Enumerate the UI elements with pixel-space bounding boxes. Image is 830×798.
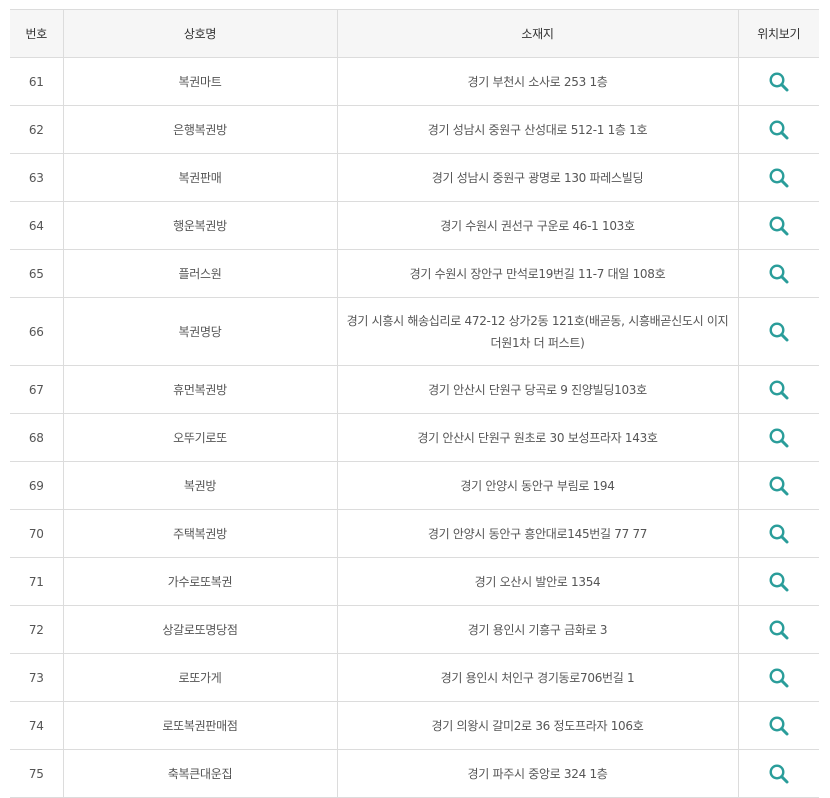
row-store-name: 로또가게 (62, 653, 338, 702)
row-store-name: 오뚜기로또 (62, 413, 338, 462)
search-icon[interactable] (768, 215, 790, 237)
search-icon[interactable] (768, 71, 790, 93)
table-row: 74 로또복권판매점 경기 의왕시 갈미2로 36 정도프라자 106호 (10, 701, 819, 750)
row-store-name: 가수로또복권 (62, 557, 338, 606)
row-number: 68 (10, 413, 64, 462)
row-address: 경기 안산시 단원구 당곡로 9 진양빌딩103호 (336, 365, 739, 414)
table-header-row: 번호 상호명 소재지 위치보기 (10, 9, 819, 58)
table-row: 75 축복큰대운집 경기 파주시 중앙로 324 1층 (10, 749, 819, 798)
row-address: 경기 오산시 발안로 1354 (336, 557, 739, 606)
row-address: 경기 안산시 단원구 원초로 30 보성프라자 143호 (336, 413, 739, 462)
row-location-cell (737, 605, 819, 654)
header-address: 소재지 (336, 9, 739, 58)
table-row: 65 플러스원 경기 수원시 장안구 만석로19번길 11-7 대일 108호 (10, 249, 819, 298)
table-row: 62 은행복권방 경기 성남시 중원구 산성대로 512-1 1층 1호 (10, 105, 819, 154)
search-icon[interactable] (768, 667, 790, 689)
search-icon[interactable] (768, 475, 790, 497)
row-location-cell (737, 57, 819, 106)
header-location: 위치보기 (737, 9, 819, 58)
row-number: 63 (10, 153, 64, 202)
row-number: 66 (10, 297, 64, 366)
header-number: 번호 (10, 9, 64, 58)
search-icon[interactable] (768, 571, 790, 593)
row-location-cell (737, 749, 819, 798)
search-icon[interactable] (768, 321, 790, 343)
row-address: 경기 안양시 동안구 흥안대로145번길 77 77 (336, 509, 739, 558)
row-address: 경기 의왕시 갈미2로 36 정도프라자 106호 (336, 701, 739, 750)
row-store-name: 행운복권방 (62, 201, 338, 250)
row-number: 62 (10, 105, 64, 154)
row-address: 경기 수원시 권선구 구운로 46-1 103호 (336, 201, 739, 250)
row-store-name: 축복큰대운집 (62, 749, 338, 798)
row-address: 경기 부천시 소사로 253 1층 (336, 57, 739, 106)
row-location-cell (737, 653, 819, 702)
search-icon[interactable] (768, 427, 790, 449)
row-location-cell (737, 509, 819, 558)
row-store-name: 주택복권방 (62, 509, 338, 558)
row-location-cell (737, 701, 819, 750)
row-number: 65 (10, 249, 64, 298)
row-location-cell (737, 105, 819, 154)
row-location-cell (737, 249, 819, 298)
search-icon[interactable] (768, 715, 790, 737)
store-table: 번호 상호명 소재지 위치보기 61 복권마트 경기 부천시 소사로 253 1층 6… (10, 9, 819, 798)
row-number: 67 (10, 365, 64, 414)
table-row: 73 로또가게 경기 용인시 처인구 경기동로706번길 1 (10, 653, 819, 702)
search-icon[interactable] (768, 167, 790, 189)
header-store-name: 상호명 (62, 9, 338, 58)
row-store-name: 은행복권방 (62, 105, 338, 154)
row-store-name: 상갈로또명당점 (62, 605, 338, 654)
row-address: 경기 안양시 동안구 부림로 194 (336, 461, 739, 510)
row-location-cell (737, 297, 819, 366)
row-store-name: 복권방 (62, 461, 338, 510)
table-row: 66 복권명당 경기 시흥시 해송십리로 472-12 상가2동 121호(배곧동,… (10, 297, 819, 366)
row-store-name: 휴먼복권방 (62, 365, 338, 414)
row-store-name: 플러스원 (62, 249, 338, 298)
row-address: 경기 성남시 중원구 광명로 130 파레스빌딩 (336, 153, 739, 202)
row-number: 72 (10, 605, 64, 654)
store-list: 번호 상호명 소재지 위치보기 61 복권마트 경기 부천시 소사로 253 1층 6… (10, 9, 819, 798)
search-icon[interactable] (768, 379, 790, 401)
table-row: 71 가수로또복권 경기 오산시 발안로 1354 (10, 557, 819, 606)
table-row: 67 휴먼복권방 경기 안산시 단원구 당곡로 9 진양빌딩103호 (10, 365, 819, 414)
table-row: 68 오뚜기로또 경기 안산시 단원구 원초로 30 보성프라자 143호 (10, 413, 819, 462)
table-row: 69 복권방 경기 안양시 동안구 부림로 194 (10, 461, 819, 510)
search-icon[interactable] (768, 119, 790, 141)
row-store-name: 복권판매 (62, 153, 338, 202)
row-number: 70 (10, 509, 64, 558)
table-row: 70 주택복권방 경기 안양시 동안구 흥안대로145번길 77 77 (10, 509, 819, 558)
search-icon[interactable] (768, 263, 790, 285)
row-store-name: 로또복권판매점 (62, 701, 338, 750)
row-address: 경기 성남시 중원구 산성대로 512-1 1층 1호 (336, 105, 739, 154)
row-location-cell (737, 557, 819, 606)
row-store-name: 복권명당 (62, 297, 338, 366)
row-address: 경기 용인시 처인구 경기동로706번길 1 (336, 653, 739, 702)
row-store-name: 복권마트 (62, 57, 338, 106)
table-body: 61 복권마트 경기 부천시 소사로 253 1층 62 은행복권방 경기 성남시 중원구… (10, 57, 819, 798)
row-number: 61 (10, 57, 64, 106)
row-address: 경기 시흥시 해송십리로 472-12 상가2동 121호(배곧동, 시흥배곧신… (336, 297, 739, 366)
row-location-cell (737, 413, 819, 462)
search-icon[interactable] (768, 523, 790, 545)
row-number: 64 (10, 201, 64, 250)
row-location-cell (737, 365, 819, 414)
row-location-cell (737, 461, 819, 510)
table-row: 63 복권판매 경기 성남시 중원구 광명로 130 파레스빌딩 (10, 153, 819, 202)
row-location-cell (737, 201, 819, 250)
row-address: 경기 수원시 장안구 만석로19번길 11-7 대일 108호 (336, 249, 739, 298)
row-number: 75 (10, 749, 64, 798)
search-icon[interactable] (768, 763, 790, 785)
row-number: 73 (10, 653, 64, 702)
row-number: 69 (10, 461, 64, 510)
row-address: 경기 용인시 기흥구 금화로 3 (336, 605, 739, 654)
table-row: 61 복권마트 경기 부천시 소사로 253 1층 (10, 57, 819, 106)
row-address: 경기 파주시 중앙로 324 1층 (336, 749, 739, 798)
table-row: 64 행운복권방 경기 수원시 권선구 구운로 46-1 103호 (10, 201, 819, 250)
row-number: 74 (10, 701, 64, 750)
row-number: 71 (10, 557, 64, 606)
table-row: 72 상갈로또명당점 경기 용인시 기흥구 금화로 3 (10, 605, 819, 654)
search-icon[interactable] (768, 619, 790, 641)
row-location-cell (737, 153, 819, 202)
